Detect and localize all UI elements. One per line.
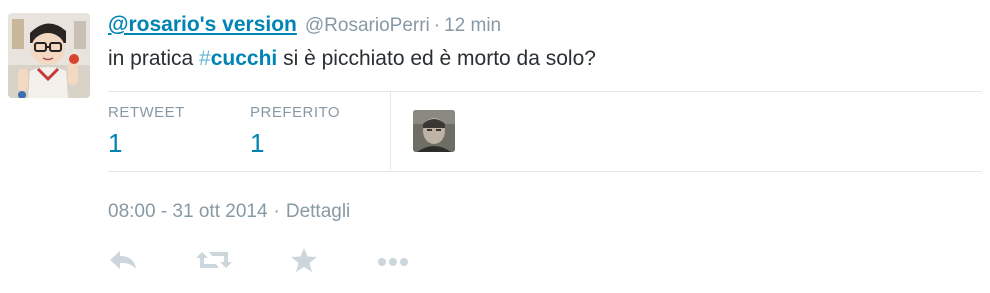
meta-separator: · xyxy=(273,201,280,222)
stats-vertical-divider xyxy=(390,92,391,170)
more-dots-icon xyxy=(378,258,408,266)
details-link[interactable]: Dettagli xyxy=(286,201,350,222)
retweet-stat-label: RETWEET xyxy=(108,104,185,121)
author-fullname[interactable]: @rosario's version xyxy=(108,13,297,36)
hashtag-link[interactable]: #cucchi xyxy=(199,47,277,70)
favoriter-photo xyxy=(413,110,455,152)
author-username[interactable]: @RosarioPerri xyxy=(305,15,430,36)
favorite-stat-label: PREFERITO xyxy=(250,104,341,121)
tweet-full-timestamp[interactable]: 08:00 - 31 ott 2014 xyxy=(108,201,268,222)
stats-bottom-divider xyxy=(108,171,982,172)
retweet-icon xyxy=(196,252,232,268)
favoriter-avatar[interactable] xyxy=(413,110,455,152)
reply-button[interactable] xyxy=(108,244,138,276)
profile-avatar[interactable] xyxy=(8,13,90,98)
more-button[interactable] xyxy=(376,244,412,276)
retweet-button[interactable] xyxy=(196,244,232,276)
avatar-illustration xyxy=(8,13,90,98)
tweet-timestamp-relative[interactable]: 12 min xyxy=(444,15,501,36)
hashtag-symbol: # xyxy=(199,47,211,70)
favorite-star-icon xyxy=(291,248,317,272)
tweet-text-before: in pratica xyxy=(108,47,200,70)
favorite-stat[interactable]: PREFERITO 1 xyxy=(250,104,340,158)
favorite-button[interactable] xyxy=(290,244,318,276)
tweet-meta: 08:00 - 31 ott 2014 · Dettagli xyxy=(108,200,350,224)
favorite-count: 1 xyxy=(250,128,265,158)
retweet-stat[interactable]: RETWEET 1 xyxy=(108,104,185,158)
header-separator: · xyxy=(433,15,441,36)
tweet-stats: RETWEET 1 PREFERITO 1 xyxy=(108,92,982,170)
retweet-count: 1 xyxy=(108,128,123,158)
hashtag-word: cucchi xyxy=(210,47,278,70)
tweet-header: @rosario's version @RosarioPerri · 12 min xyxy=(108,12,501,39)
tweet-text-after: si è picchiato ed è morto da solo? xyxy=(277,47,596,70)
tweet-card: @rosario's version @RosarioPerri · 12 min i… xyxy=(0,0,990,293)
tweet-text: in pratica #cucchi si è picchiato ed è m… xyxy=(108,46,596,72)
reply-icon xyxy=(110,251,136,269)
